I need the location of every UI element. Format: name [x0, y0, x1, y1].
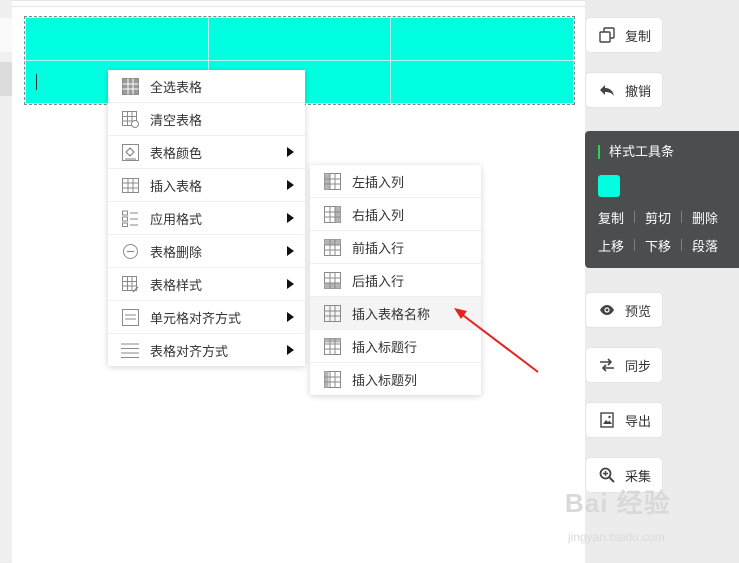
watermark-url: jingyan.baidu.com: [568, 530, 665, 544]
annotation-arrow: [454, 308, 539, 373]
watermark-logo: Bai 经验: [565, 488, 671, 518]
